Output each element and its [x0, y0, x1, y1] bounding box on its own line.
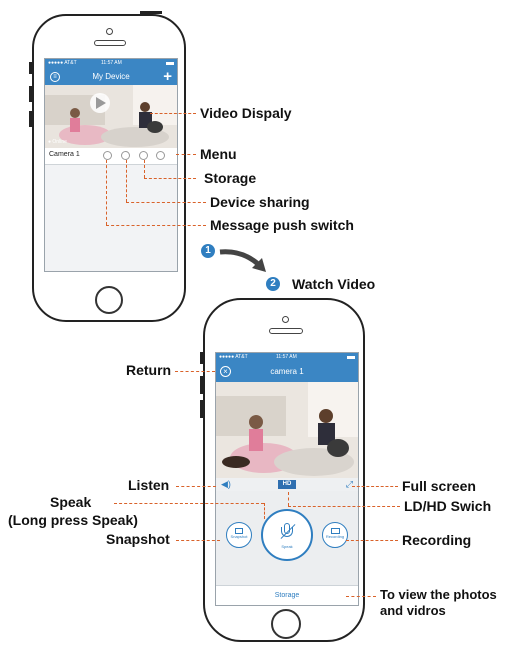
recording-button[interactable]: Recording: [322, 522, 348, 548]
nav-bar: × camera 1: [216, 362, 358, 382]
speak-label: Speak: [281, 544, 293, 549]
step-badge-2: 2: [266, 277, 280, 291]
side-button: [200, 400, 203, 418]
carrier: ●●●●● AT&T: [48, 60, 77, 66]
home-button[interactable]: [271, 609, 301, 639]
callout-speak-line2: (Long press Speak): [8, 512, 138, 528]
nav-bar: ≡ My Device +: [45, 68, 177, 85]
fullscreen-icon[interactable]: ⤢: [346, 479, 353, 490]
step-number: 2: [270, 278, 276, 289]
home-button[interactable]: [95, 286, 123, 314]
callout-line: [144, 178, 196, 179]
callout-line: [126, 160, 127, 202]
video-toolbar: ◀) HD ⤢: [216, 478, 358, 491]
step-badge-1: 1: [201, 244, 215, 258]
callout-line: [114, 503, 264, 504]
microphone-icon: [280, 523, 296, 541]
clock: 11:57 AM: [101, 60, 122, 66]
clock: 11:57 AM: [276, 354, 297, 360]
callout-line: [144, 160, 145, 178]
add-device-icon[interactable]: +: [163, 68, 172, 85]
snapshot-button[interactable]: Snapshot: [226, 522, 252, 548]
recording-label: Recording: [325, 534, 345, 539]
video-scene: [216, 382, 358, 478]
online-indicator: ● Online: [48, 139, 67, 145]
callout-line: [346, 596, 376, 597]
camera-dot: [282, 316, 289, 323]
callout-line: [288, 492, 289, 506]
callout-ld-hd-switch: LD/HD Swich: [404, 498, 492, 514]
step-number: 1: [205, 245, 211, 256]
return-icon[interactable]: ×: [220, 366, 231, 377]
side-button: [29, 86, 32, 102]
callout-recording: Recording: [402, 532, 472, 548]
callout-line: [175, 371, 215, 372]
callout-line: [106, 160, 107, 225]
side-button: [29, 111, 32, 127]
callout-line: [288, 506, 400, 507]
callout-line: [352, 486, 398, 487]
storage-icon[interactable]: [139, 151, 148, 160]
share-icon[interactable]: [121, 151, 130, 160]
side-button: [29, 62, 32, 74]
speaker-slot: [269, 328, 303, 334]
speaker-icon[interactable]: ◀): [221, 479, 231, 490]
callout-view-photos-line1: To view the photos: [380, 587, 497, 602]
callout-speak-line1: Speak: [50, 494, 92, 510]
speaker-slot: [94, 40, 126, 46]
callout-line: [176, 486, 216, 487]
top-button: [140, 11, 162, 14]
callout-menu: Menu: [200, 146, 237, 162]
camera-name: Camera 1: [49, 151, 80, 158]
battery-icon: [347, 356, 355, 359]
callout-line: [150, 113, 196, 114]
watch-video-label: Watch Video: [292, 276, 376, 292]
callout-line: [176, 540, 220, 541]
callout-view-photos-line2: and vidros: [380, 603, 446, 618]
callout-line: [106, 225, 206, 226]
message-push-icon[interactable]: [103, 151, 112, 160]
callout-device-sharing: Device sharing: [210, 194, 310, 210]
settings-icon[interactable]: [156, 151, 165, 160]
menu-icon[interactable]: ≡: [50, 72, 60, 82]
callout-return: Return: [126, 362, 172, 378]
storage-button[interactable]: Storage: [216, 585, 358, 605]
nav-title: My Device: [92, 72, 130, 81]
online-label: Online: [52, 139, 67, 145]
device-row: Camera 1: [45, 148, 177, 165]
video-thumbnail[interactable]: ● Online: [45, 85, 177, 148]
callout-message-push-switch: Message push switch: [210, 217, 354, 233]
phone-2-screen: ●●●●● AT&T 11:57 AM × camera 1 ◀) HD ⤢ S…: [215, 352, 359, 606]
callout-line: [346, 540, 398, 541]
speak-button[interactable]: Speak: [261, 509, 313, 561]
flow-arrow-icon: [219, 249, 266, 272]
callout-line: [176, 154, 196, 155]
callout-listen: Listen: [128, 477, 170, 493]
nav-title: camera 1: [270, 367, 304, 376]
callout-video-display: Video Dispaly: [200, 105, 292, 121]
hd-toggle[interactable]: HD: [278, 480, 296, 489]
storage-label: Storage: [274, 592, 300, 599]
callout-snapshot: Snapshot: [106, 531, 170, 547]
side-button: [200, 376, 203, 394]
snapshot-label: Snapshot: [230, 534, 248, 539]
battery-icon: [166, 62, 174, 65]
carrier: ●●●●● AT&T: [219, 354, 248, 360]
phone-2: ●●●●● AT&T 11:57 AM × camera 1 ◀) HD ⤢ S…: [200, 298, 365, 642]
callout-storage: Storage: [204, 170, 257, 186]
phone-1-screen: ●●●●● AT&T 11:57 AM ≡ My Device + ● Onli…: [44, 58, 178, 272]
camera-dot: [106, 28, 113, 35]
callout-line: [264, 503, 265, 519]
status-bar: ●●●●● AT&T 11:57 AM: [45, 59, 177, 68]
video-player[interactable]: [216, 382, 358, 478]
phone-1: ●●●●● AT&T 11:57 AM ≡ My Device + ● Onli…: [29, 11, 186, 322]
status-bar: ●●●●● AT&T 11:57 AM: [216, 353, 358, 362]
callout-full-screen: Full screen: [402, 478, 476, 494]
side-button: [200, 352, 203, 364]
callout-line: [126, 202, 206, 203]
